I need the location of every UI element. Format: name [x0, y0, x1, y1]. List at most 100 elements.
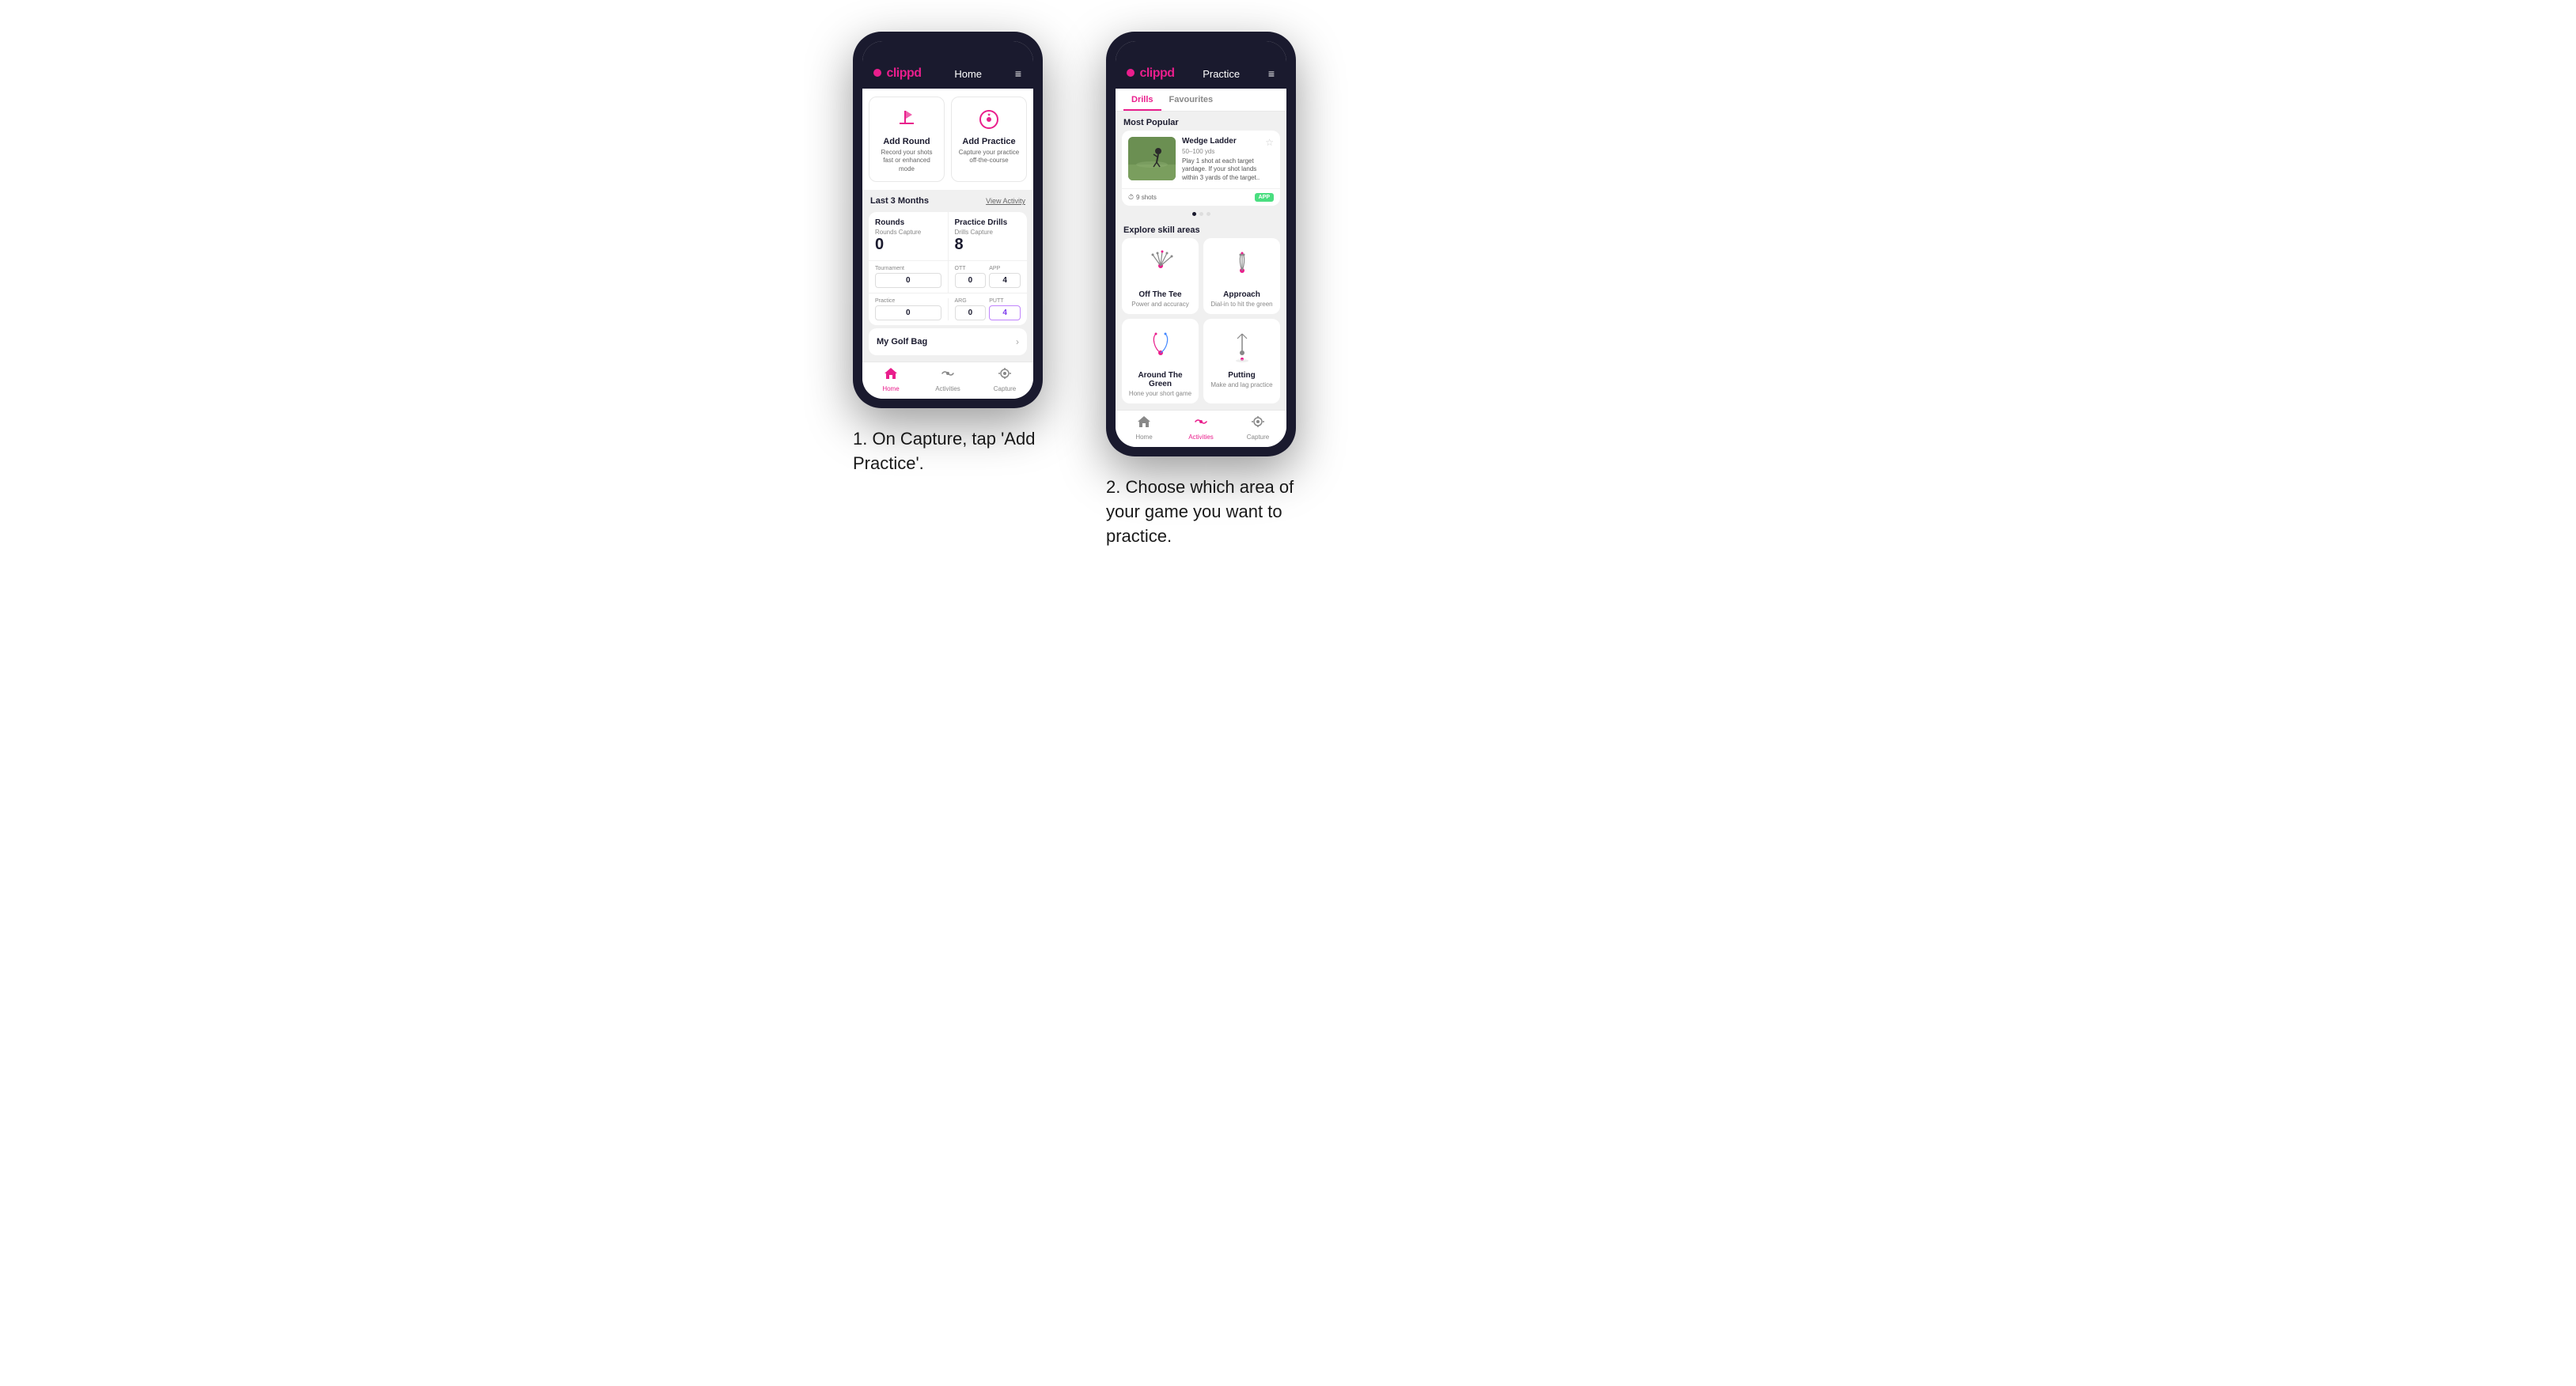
phone2-caption: 2. Choose which area of your game you wa…	[1106, 475, 1296, 548]
home-icon-1	[884, 367, 898, 384]
skill-around-green[interactable]: Around The Green Hone your short game	[1122, 319, 1199, 403]
drill-title: Wedge Ladder	[1182, 137, 1237, 146]
putting-title: Putting	[1228, 371, 1255, 380]
pagination-dots	[1116, 212, 1286, 216]
shots-count: ⏱ 9 shots	[1128, 193, 1157, 202]
nav-activities-label-2: Activities	[1188, 434, 1214, 441]
rounds-label: Rounds	[875, 218, 941, 227]
arg-stat: ARG 0	[955, 298, 987, 320]
dot-1	[1192, 212, 1196, 216]
phone2: clippd Practice ≡ Drills Favourites Most…	[1106, 32, 1296, 456]
tournament-stat: Tournament 0	[869, 261, 949, 293]
nav-home-1[interactable]: Home	[862, 367, 919, 392]
svg-text:♥: ♥	[987, 113, 991, 118]
explore-label: Explore skill areas	[1116, 219, 1286, 238]
capture-icon-1	[998, 367, 1012, 384]
nav-home-label-1: Home	[882, 385, 899, 392]
practice-value: 0	[875, 305, 941, 320]
phone1-screen: clippd Home ≡	[862, 41, 1033, 399]
status-bar-1	[862, 41, 1033, 60]
view-activity-link[interactable]: View Activity	[986, 197, 1025, 205]
tab-drills[interactable]: Drills	[1123, 89, 1161, 111]
skill-off-the-tee[interactable]: Off The Tee Power and accuracy	[1122, 238, 1199, 314]
around-green-title: Around The Green	[1128, 371, 1192, 388]
bottom-nav-2: Home Activities	[1116, 410, 1286, 447]
status-bar-2	[1116, 41, 1286, 60]
dot-3	[1207, 212, 1210, 216]
hamburger-icon-1[interactable]: ≡	[1015, 67, 1022, 80]
sub-stats-bottom: Practice 0 ARG 0 PUTT 4	[869, 293, 1027, 325]
nav-capture-label-1: Capture	[994, 385, 1016, 392]
nav-capture-2[interactable]: Capture	[1229, 415, 1286, 441]
golf-bag-chevron: ›	[1016, 336, 1019, 347]
add-practice-icon: ♥	[975, 105, 1003, 134]
app-header-1: clippd Home ≡	[862, 60, 1033, 89]
drill-desc: Play 1 shot at each target yardage. If y…	[1182, 157, 1274, 182]
app-value: 4	[989, 273, 1021, 288]
around-green-desc: Hone your short game	[1129, 390, 1191, 397]
drill-card-inner: Wedge Ladder ☆ 50–100 yds Play 1 shot at…	[1122, 131, 1280, 188]
off-the-tee-title: Off The Tee	[1138, 290, 1181, 299]
drills-sub-stats: OTT 0 APP 4	[949, 261, 1028, 293]
tournament-value: 0	[875, 273, 941, 288]
logo-2: clippd	[1127, 66, 1175, 81]
logo-icon-2	[1127, 69, 1135, 77]
approach-title: Approach	[1223, 290, 1260, 299]
arg-label: ARG	[955, 298, 987, 304]
star-icon[interactable]: ☆	[1265, 137, 1274, 148]
header-title-1: Home	[954, 68, 982, 80]
nav-activities-label-1: Activities	[935, 385, 960, 392]
golf-bag-row[interactable]: My Golf Bag ›	[869, 328, 1027, 355]
bottom-nav-1: Home Activities	[862, 362, 1033, 399]
ott-stat: OTT 0	[955, 266, 987, 288]
around-green-graphic	[1141, 327, 1180, 366]
nav-home-label-2: Home	[1135, 434, 1152, 441]
drill-subtitle: 50–100 yds	[1182, 148, 1274, 155]
logo-icon-1	[873, 69, 881, 77]
phone2-section: clippd Practice ≡ Drills Favourites Most…	[1106, 32, 1296, 549]
drills-value: 8	[955, 236, 1021, 254]
phone1-section: clippd Home ≡	[853, 32, 1043, 476]
activities-icon-1	[941, 367, 955, 384]
skill-grid: Off The Tee Power and accuracy	[1116, 238, 1286, 410]
stats-header: Last 3 Months View Activity	[862, 190, 1033, 209]
stats-row-header: Rounds Rounds Capture 0 Practice Drills …	[869, 212, 1027, 261]
activities-icon-2	[1194, 415, 1208, 432]
rounds-col: Rounds Rounds Capture 0	[869, 212, 949, 260]
page-wrapper: clippd Home ≡	[853, 32, 1723, 549]
app-stat: APP 4	[989, 266, 1021, 288]
capture-icon-2	[1251, 415, 1265, 432]
header-title-2: Practice	[1203, 68, 1240, 80]
hamburger-icon-2[interactable]: ≡	[1268, 67, 1275, 80]
skill-approach[interactable]: Approach Dial-in to hit the green	[1203, 238, 1280, 314]
approach-graphic	[1222, 246, 1262, 286]
arg-value: 0	[955, 305, 987, 320]
app-badge: APP	[1255, 193, 1274, 202]
practice-content: Most Popular	[1116, 112, 1286, 410]
nav-home-2[interactable]: Home	[1116, 415, 1172, 441]
stats-period: Last 3 Months	[870, 196, 929, 206]
drill-footer: ⏱ 9 shots APP	[1122, 188, 1280, 206]
golf-bag-label: My Golf Bag	[877, 337, 927, 346]
rounds-capture-label: Rounds Capture	[875, 229, 941, 236]
stats-grid: Rounds Rounds Capture 0 Practice Drills …	[869, 212, 1027, 325]
add-practice-card[interactable]: ♥ Add Practice Capture your practice off…	[951, 97, 1027, 182]
drill-thumbnail	[1128, 137, 1176, 180]
skill-putting[interactable]: Putting Make and lag practice	[1203, 319, 1280, 403]
tab-favourites[interactable]: Favourites	[1161, 89, 1222, 111]
practice-drills-label: Practice Drills	[955, 218, 1021, 227]
home-icon-2	[1137, 415, 1151, 432]
add-round-card[interactable]: Add Round Record your shots fast or enha…	[869, 97, 945, 182]
putting-graphic	[1222, 327, 1262, 366]
nav-activities-2[interactable]: Activities	[1172, 415, 1229, 441]
off-the-tee-desc: Power and accuracy	[1131, 301, 1188, 308]
approach-desc: Dial-in to hit the green	[1210, 301, 1272, 308]
sub-stats-row: Tournament 0 OTT 0 APP 4	[869, 261, 1027, 293]
nav-capture-1[interactable]: Capture	[976, 367, 1033, 392]
nav-activities-1[interactable]: Activities	[919, 367, 976, 392]
clock-icon: ⏱	[1128, 193, 1134, 202]
drill-card[interactable]: Wedge Ladder ☆ 50–100 yds Play 1 shot at…	[1122, 131, 1280, 206]
most-popular-label: Most Popular	[1116, 112, 1286, 131]
off-the-tee-graphic	[1141, 246, 1180, 286]
dot-2	[1199, 212, 1203, 216]
